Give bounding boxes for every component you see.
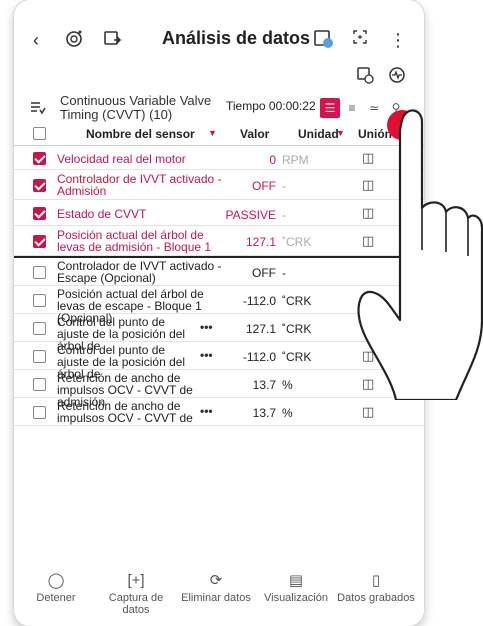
row-checkbox[interactable] — [33, 322, 46, 335]
view-button[interactable]: ▤ Visualización — [256, 570, 336, 604]
stop-button[interactable]: ◯ Detener — [16, 570, 96, 604]
col-unit-header[interactable]: Unidad — [298, 127, 339, 141]
capture-button[interactable]: [+] Captura de datos — [96, 570, 176, 616]
sensor-value: -112.0 — [242, 350, 276, 364]
toolbar-secondary — [14, 66, 424, 92]
sensor-name: Velocidad real del motor — [57, 152, 186, 166]
more-dots-icon[interactable]: ••• — [200, 404, 213, 418]
data-set-name: Continuous Variable Valve Timing (CVVT) … — [60, 93, 212, 122]
export-icon[interactable] — [100, 28, 124, 52]
row-checkbox[interactable] — [33, 294, 46, 307]
sensor-name: Controlador de IVVT activado - Escape (O… — [57, 259, 222, 285]
expand-icon[interactable] — [348, 28, 372, 52]
more-dots-icon[interactable]: ••• — [200, 320, 213, 334]
more-dots-icon[interactable]: ••• — [200, 348, 213, 362]
clear-data-button[interactable]: ⟳ Eliminar datos — [176, 570, 256, 604]
vehicle-connect-icon[interactable] — [62, 28, 86, 52]
sort-down-icon[interactable]: ▼ — [208, 128, 217, 138]
view-icon: ▤ — [288, 572, 304, 589]
combine-graph-icon[interactable]: ◫ — [362, 404, 382, 420]
filter-list-icon[interactable] — [30, 101, 46, 118]
sensor-unit: ˚CRK — [282, 322, 312, 336]
graph-icon[interactable] — [386, 66, 408, 88]
sensor-value: -112.0 — [242, 294, 276, 308]
sensor-unit: ˚CRK — [282, 350, 312, 364]
clear-data-label: Eliminar datos — [181, 592, 251, 604]
sensor-value: OFF — [252, 179, 276, 193]
capture-label: Captura de datos — [108, 592, 164, 616]
bottom-nav: ◯ Detener [+] Captura de datos ⟳ Elimina… — [14, 570, 424, 626]
sensor-value: 0 — [269, 153, 276, 167]
sensor-unit: % — [282, 406, 293, 420]
folder-icon: ▯ — [371, 572, 381, 589]
row-checkbox[interactable] — [33, 179, 46, 192]
sensor-value: 127.1 — [245, 322, 276, 336]
row-checkbox[interactable] — [33, 350, 46, 363]
sensor-value: 127.1 — [245, 235, 276, 249]
elapsed-time: Tiempo 00:00:22 — [226, 99, 316, 113]
sensor-value: 13.7 — [252, 378, 276, 392]
row-checkbox[interactable] — [33, 207, 46, 220]
table-row[interactable]: Retención de ancho de impulsos OCV - CVV… — [14, 398, 424, 426]
row-checkbox[interactable] — [33, 235, 46, 248]
pointing-hand-icon — [357, 109, 483, 400]
refresh-icon: ⟳ — [209, 572, 223, 589]
sensor-unit: ˚CRK — [282, 235, 312, 249]
row-checkbox[interactable] — [33, 152, 46, 165]
row-checkbox[interactable] — [33, 406, 46, 419]
back-icon[interactable]: ‹ — [24, 28, 48, 52]
view-label: Visualización — [263, 592, 328, 604]
snapshot-icon[interactable] — [354, 66, 376, 88]
sensor-value: 13.7 — [252, 406, 276, 420]
more-vert-icon[interactable]: ⋮ — [386, 28, 410, 52]
sensor-unit: ˚CRK — [282, 294, 312, 308]
sensor-name: Estado de CVVT — [57, 207, 147, 221]
sensor-unit: - — [282, 266, 286, 280]
sensor-unit: RPM — [282, 153, 309, 167]
page-title: Análisis de datos — [162, 28, 311, 48]
sensor-value: OFF — [252, 266, 276, 280]
sensor-unit: - — [282, 208, 286, 222]
sensor-name: Posición actual del árbol de levas de ad… — [57, 228, 212, 254]
stop-label: Detener — [36, 592, 76, 604]
row-checkbox[interactable] — [33, 266, 46, 279]
sensor-name: Retención de ancho de impulsos OCV - CVV… — [57, 399, 193, 425]
app-bar: ‹ Análisis de datos ⋮ — [14, 18, 424, 62]
select-all-checkbox[interactable] — [33, 127, 46, 140]
record-icon[interactable] — [312, 28, 336, 52]
recorded-data-button[interactable]: ▯ Datos grabados — [336, 570, 416, 604]
sensor-unit: - — [282, 179, 286, 193]
col-value-header: Valor — [240, 127, 270, 141]
sensor-value: PASSIVE — [225, 208, 276, 222]
capture-icon: [+] — [127, 572, 145, 589]
sensor-name: Controlador de IVVT activado - Admisión — [57, 172, 222, 198]
sensor-unit: % — [282, 378, 293, 392]
col-name-header[interactable]: Nombre del sensor — [86, 127, 195, 141]
sort-unit-icon[interactable]: ▼ — [336, 128, 345, 138]
recorded-data-label: Datos grabados — [337, 592, 415, 604]
stop-icon: ◯ — [47, 572, 65, 589]
list-view-button[interactable]: ☰ — [320, 98, 340, 118]
row-checkbox[interactable] — [33, 378, 46, 391]
